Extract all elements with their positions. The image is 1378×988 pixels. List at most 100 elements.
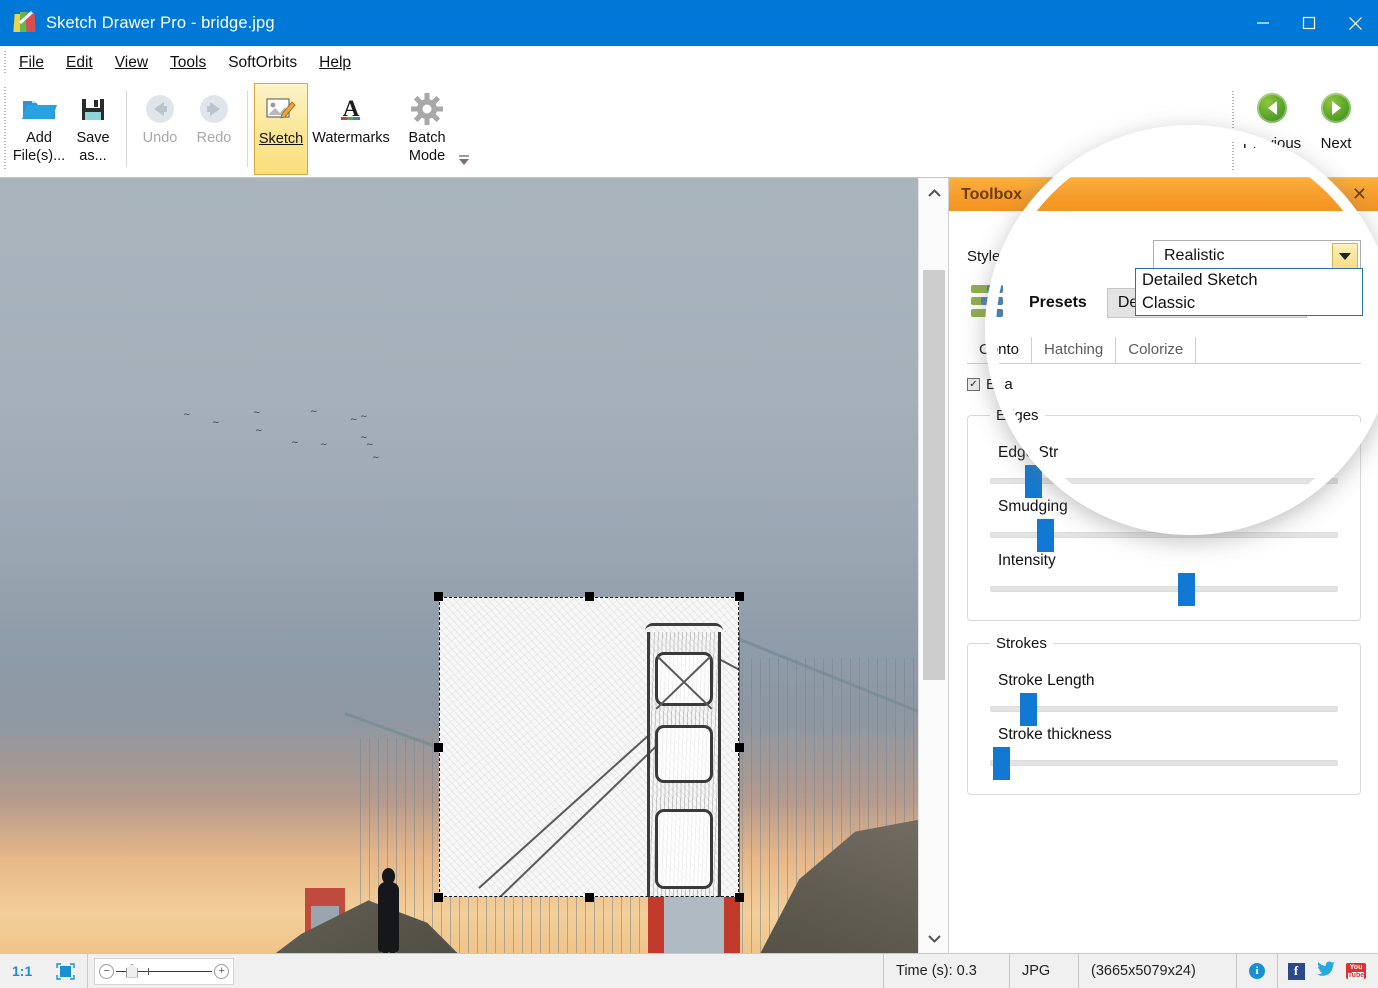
selection-handle-se[interactable] bbox=[735, 893, 744, 902]
menu-softorbits[interactable]: SoftOrbits bbox=[217, 51, 308, 75]
smudging-slider[interactable] bbox=[990, 519, 1338, 552]
fit-to-window-icon bbox=[56, 962, 75, 980]
open-folder-icon bbox=[20, 90, 58, 128]
batch-mode-label-2: Mode bbox=[408, 148, 446, 164]
scroll-up-button[interactable] bbox=[919, 178, 949, 208]
tab-hatching-label: Hatching bbox=[1044, 341, 1104, 358]
enable-checkbox[interactable]: ✓ bbox=[967, 378, 980, 391]
menu-help-label: Help bbox=[319, 53, 352, 71]
close-icon[interactable]: ✕ bbox=[1352, 184, 1378, 205]
toolbar-separator-1 bbox=[126, 91, 127, 167]
selection-handle-s[interactable] bbox=[585, 893, 594, 902]
twitter-icon bbox=[1316, 961, 1336, 981]
tab-contours-label: Conto bbox=[979, 341, 1020, 358]
selection-border bbox=[439, 597, 739, 897]
slider-thumb[interactable] bbox=[1177, 573, 1195, 606]
redo-button[interactable]: Redo bbox=[187, 83, 241, 175]
menu-file[interactable]: File bbox=[8, 51, 55, 75]
menu-view[interactable]: View bbox=[104, 51, 159, 75]
canvas-vertical-scrollbar[interactable] bbox=[918, 178, 948, 953]
plus-icon[interactable]: + bbox=[214, 963, 230, 979]
selection-handle-sw[interactable] bbox=[434, 893, 443, 902]
selection-handle-n[interactable] bbox=[585, 592, 594, 601]
smudging-label: Smudging bbox=[998, 498, 1068, 515]
close-button[interactable] bbox=[1332, 0, 1378, 46]
maximize-button[interactable] bbox=[1286, 0, 1332, 46]
scroll-down-button[interactable] bbox=[919, 923, 949, 953]
menu-edit[interactable]: Edit bbox=[55, 51, 104, 75]
style-dropdown-list[interactable]: Realistic Detailed Sketch Classic bbox=[1135, 268, 1363, 316]
zoom-slider-handle[interactable] bbox=[125, 963, 138, 978]
main-toolbar: Add File(s)... Save as... Undo Redo Sket… bbox=[0, 79, 1378, 178]
chevron-down-icon[interactable] bbox=[1332, 243, 1358, 269]
edges-group-legend: Edges bbox=[996, 407, 1039, 424]
selection-rectangle[interactable] bbox=[434, 592, 744, 902]
save-as-button[interactable]: Save as... bbox=[66, 83, 120, 175]
slider-thumb[interactable] bbox=[1024, 465, 1042, 498]
zoom-tick-mark bbox=[147, 967, 149, 975]
minus-icon[interactable]: − bbox=[99, 963, 115, 979]
watermarks-label: Watermarks bbox=[312, 130, 390, 146]
enable-checkbox-row[interactable]: ✓ Ena bbox=[967, 376, 1361, 393]
selection-handle-e[interactable] bbox=[735, 743, 744, 752]
window-controls bbox=[1240, 0, 1378, 46]
stroke-thickness-slider[interactable] bbox=[990, 747, 1338, 780]
save-as-label-2: as... bbox=[79, 148, 107, 164]
tab-hatching[interactable]: Hatching bbox=[1032, 337, 1117, 363]
toolbar-expand-icon[interactable] bbox=[456, 153, 472, 167]
toolbox-title: Toolbox bbox=[961, 185, 1023, 203]
zoom-ratio-cell[interactable]: 1:1 bbox=[0, 954, 44, 988]
selection-handle-w[interactable] bbox=[434, 743, 443, 752]
status-divider-6 bbox=[1277, 953, 1278, 988]
add-files-label-1: Add bbox=[26, 130, 52, 146]
facebook-glyph: f bbox=[1293, 963, 1299, 978]
edge-strength-slider[interactable] bbox=[990, 465, 1338, 498]
minimize-button[interactable] bbox=[1240, 0, 1286, 46]
intensity-slider[interactable] bbox=[990, 573, 1338, 606]
dropdown-option-classic[interactable]: Classic bbox=[1136, 292, 1362, 315]
image-canvas[interactable]: ∼ ∼ ∼ ∼ ∼ ∼ ∼ ∼ ∼ ∼ ∼ ∼ bbox=[0, 178, 918, 953]
dropdown-option-detailed-sketch[interactable]: Detailed Sketch bbox=[1136, 269, 1362, 292]
undo-button[interactable]: Undo bbox=[133, 83, 187, 175]
add-files-button[interactable]: Add File(s)... bbox=[12, 83, 66, 175]
selection-handle-ne[interactable] bbox=[735, 592, 744, 601]
twitter-button[interactable] bbox=[1316, 961, 1336, 981]
toolbox-body: Style Realistic Presets Default bbox=[949, 211, 1378, 953]
sketch-button[interactable]: Sketch bbox=[254, 83, 308, 175]
slider-track bbox=[990, 586, 1338, 592]
tab-colorize[interactable]: Colorize bbox=[1116, 337, 1197, 363]
slider-thumb[interactable] bbox=[1036, 519, 1054, 552]
next-button[interactable]: Next bbox=[1304, 83, 1368, 175]
floppy-disk-icon bbox=[78, 90, 108, 128]
fit-to-window-button[interactable] bbox=[44, 954, 87, 988]
selection-handle-nw[interactable] bbox=[434, 592, 443, 601]
presets-label: Presets bbox=[1029, 294, 1087, 311]
equalizer-sliders-icon bbox=[971, 283, 1007, 323]
previous-button[interactable]: Previous bbox=[1240, 83, 1304, 175]
youtube-button[interactable]: You Tube bbox=[1345, 961, 1367, 981]
info-button[interactable]: i bbox=[1237, 954, 1277, 988]
checkmark-icon: ✓ bbox=[969, 378, 978, 390]
menu-help[interactable]: Help bbox=[308, 51, 362, 75]
menu-tools[interactable]: Tools bbox=[159, 51, 217, 75]
scrollbar-thumb[interactable] bbox=[923, 270, 945, 680]
slider-thumb[interactable] bbox=[993, 747, 1011, 780]
facebook-button[interactable]: f bbox=[1286, 961, 1306, 981]
redo-arrow-icon bbox=[197, 90, 231, 128]
image-dimensions-cell: (3665x5079x24) bbox=[1079, 954, 1236, 988]
stroke-thickness-label: Stroke thickness bbox=[998, 726, 1112, 743]
style-selected-value: Realistic bbox=[1164, 247, 1225, 264]
slider-thumb[interactable] bbox=[1019, 693, 1037, 726]
stroke-length-slider[interactable] bbox=[990, 693, 1338, 726]
person-silhouette bbox=[374, 868, 402, 953]
navigation-group: Previous Next bbox=[1232, 83, 1368, 175]
watermarks-button[interactable]: A Watermarks bbox=[308, 83, 394, 175]
tab-contours[interactable]: Conto bbox=[967, 337, 1033, 363]
zoom-slider-track[interactable] bbox=[116, 963, 213, 978]
green-left-arrow-icon bbox=[1257, 93, 1287, 123]
batch-mode-button[interactable]: Batch Mode bbox=[400, 83, 454, 175]
zoom-slider[interactable]: − + bbox=[94, 957, 235, 985]
undo-label: Undo bbox=[142, 130, 178, 146]
toolbox-tabs: Conto Hatching Colorize bbox=[967, 337, 1361, 364]
tab-colorize-label: Colorize bbox=[1128, 341, 1184, 358]
